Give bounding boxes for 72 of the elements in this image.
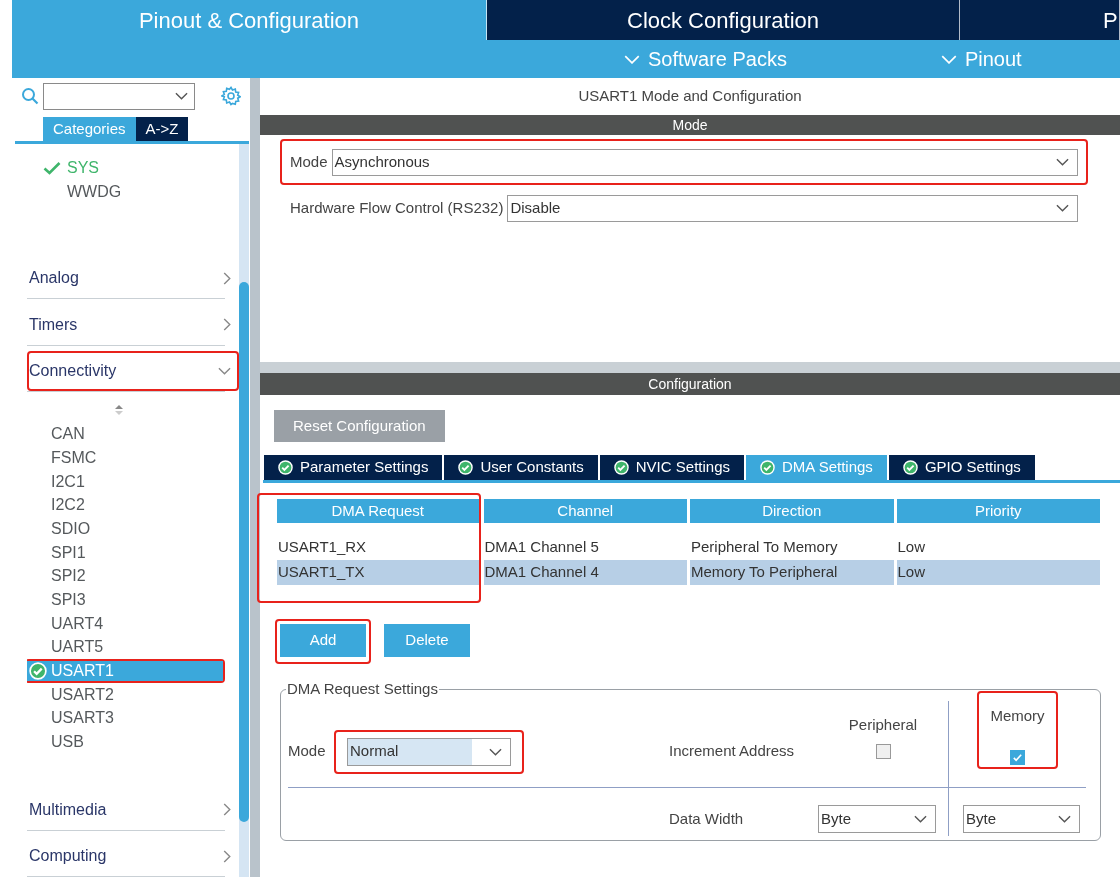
list-item[interactable]: UART5 [27, 637, 223, 658]
list-item[interactable]: CAN [27, 424, 223, 445]
list-item[interactable]: USART2 [27, 684, 223, 705]
check-circle-icon [902, 460, 918, 475]
category-row[interactable]: Connectivity [27, 351, 239, 392]
chevron-down-icon [1056, 158, 1069, 166]
table-cell[interactable]: DMA1 Channel 4 [483, 560, 687, 585]
chevron-down-icon [489, 747, 502, 756]
settings-tab[interactable]: Parameter Settings [264, 455, 443, 480]
chevron-down-icon [914, 815, 927, 823]
list-item[interactable]: SDIO [27, 519, 223, 539]
table-cell[interactable]: Memory To Peripheral [690, 560, 894, 585]
list-item[interactable]: SPI3 [27, 590, 223, 610]
dropdown-field[interactable]: Disable [507, 194, 1078, 222]
group-legend: DMA Request Settings [286, 678, 439, 701]
settings-tab[interactable]: User Constants [444, 455, 598, 480]
panel-title: USART1 Mode and Configuration [577, 86, 803, 107]
table-cell[interactable]: USART1_TX [277, 560, 479, 585]
dropdown-field[interactable]: Normal [347, 737, 511, 766]
settings-icon [221, 86, 241, 106]
search-combo-field[interactable] [43, 82, 195, 110]
sort-arrows-icon [114, 404, 124, 417]
column-header: Priority [896, 499, 1100, 523]
column-header: Direction [690, 499, 894, 523]
column-header: DMA Request [277, 499, 479, 523]
chevron-down-icon [624, 54, 640, 64]
list-item[interactable]: I2C2 [27, 495, 223, 516]
category-row[interactable]: Computing [27, 836, 239, 877]
table-cell[interactable]: Low [896, 560, 1100, 585]
field-label: Mode [288, 741, 327, 762]
category-row[interactable]: Multimedia [27, 789, 239, 830]
column-header: Channel [483, 499, 687, 523]
check-circle-icon [613, 460, 629, 475]
splitter-bar[interactable] [250, 78, 260, 877]
list-item[interactable]: FSMC [27, 448, 223, 468]
list-item[interactable]: SPI1 [27, 542, 223, 563]
dropdown-field[interactable]: Byte [818, 805, 936, 833]
list-item[interactable]: I2C1 [27, 471, 223, 492]
field-label: Increment Address [669, 741, 796, 762]
top-tab[interactable]: Clock Configuration [487, 0, 960, 40]
column-label: Memory [990, 705, 1045, 726]
section-header: Configuration [260, 373, 1120, 395]
list-item[interactable]: WWDG [67, 180, 122, 204]
chevron-down-icon [1056, 204, 1069, 212]
check-circle-icon [458, 460, 474, 475]
dropdown-field[interactable]: Byte [963, 805, 1080, 833]
field-label: Mode [290, 151, 328, 172]
field-label: Hardware Flow Control (RS232) [290, 197, 504, 218]
check-circle-icon [760, 460, 775, 475]
chevron-down-icon [175, 92, 188, 100]
view-tab[interactable]: A->Z [135, 117, 189, 141]
column-label: Peripheral [847, 715, 919, 735]
list-item[interactable]: USB [27, 732, 223, 752]
field-label: Data Width [669, 808, 745, 829]
section-header: Mode [260, 115, 1120, 135]
category-row[interactable]: Analog [27, 258, 239, 299]
settings-tab[interactable]: NVIC Settings [599, 455, 744, 480]
chevron-down-icon [940, 54, 957, 64]
scrollbar-thumb[interactable] [239, 282, 249, 822]
list-item[interactable]: UART4 [27, 613, 223, 634]
list-item[interactable]: SPI2 [27, 566, 223, 587]
dropdown-field[interactable]: Asynchronous [331, 148, 1078, 176]
settings-tab[interactable]: GPIO Settings [888, 455, 1035, 480]
checkbox[interactable] [1010, 750, 1025, 765]
category-row[interactable]: Timers [27, 304, 239, 345]
chevron-down-icon [1058, 815, 1071, 823]
checkmark-icon [1012, 752, 1023, 763]
search-icon [21, 87, 39, 105]
top-tab[interactable]: P [960, 0, 1120, 40]
check-circle-icon [278, 460, 293, 475]
checkbox[interactable] [875, 744, 891, 759]
list-item[interactable]: USART3 [27, 708, 223, 729]
